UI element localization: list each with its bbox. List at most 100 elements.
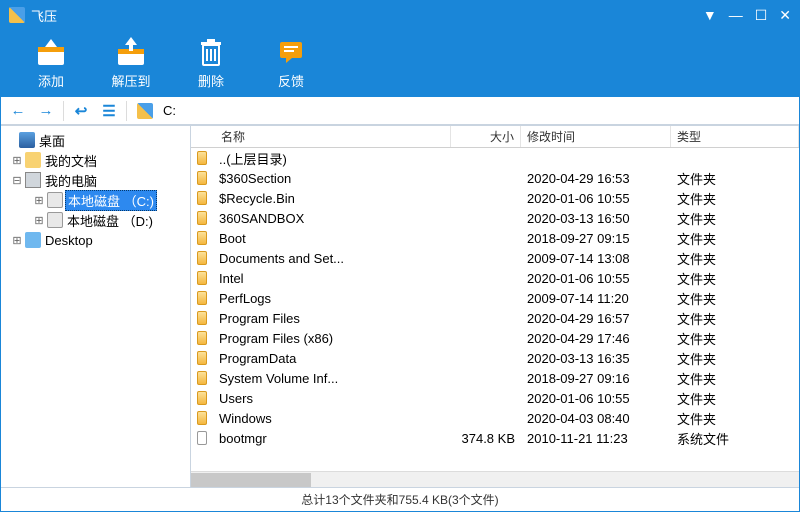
status-text: 总计13个文件夹和755.4 KB(3个文件)	[301, 491, 498, 508]
expander-icon[interactable]: ⊟	[11, 174, 23, 187]
file-row[interactable]: System Volume Inf... 2018-09-27 09:16文件夹	[191, 368, 799, 388]
tree-desktop-folder[interactable]: ⊞ Desktop	[3, 230, 188, 250]
file-row[interactable]: ..(上层目录)	[191, 148, 799, 168]
nav-up-button[interactable]: ↩	[70, 100, 92, 122]
col-name[interactable]: 名称	[191, 126, 451, 147]
file-date: 2018-09-27 09:16	[521, 371, 671, 386]
file-icon	[191, 311, 213, 325]
expander-icon[interactable]: ⊞	[11, 234, 23, 247]
tree-mycomputer[interactable]: ⊟ 我的电脑	[3, 170, 188, 190]
file-size: 374.8 KB	[451, 431, 521, 446]
column-headers: 名称 大小 修改时间 类型	[191, 126, 799, 148]
separator	[63, 101, 64, 121]
file-icon	[191, 271, 213, 285]
file-type: 文件夹	[671, 249, 799, 268]
expander-icon[interactable]: ⊞	[33, 214, 45, 227]
file-row[interactable]: Windows2020-04-03 08:40文件夹	[191, 408, 799, 428]
address-icon	[137, 103, 153, 119]
file-date: 2020-01-06 10:55	[521, 191, 671, 206]
file-row[interactable]: Boot2018-09-27 09:15文件夹	[191, 228, 799, 248]
file-type: 文件夹	[671, 209, 799, 228]
file-icon	[191, 331, 213, 345]
file-row[interactable]: Program Files2020-04-29 16:57文件夹	[191, 308, 799, 328]
address-bar[interactable]: C:	[163, 103, 793, 118]
col-size[interactable]: 大小	[451, 126, 521, 147]
maximize-button[interactable]: ☐	[755, 7, 768, 24]
file-row[interactable]: Intel2020-01-06 10:55文件夹	[191, 268, 799, 288]
file-list-body[interactable]: ..(上层目录)$360Section2020-04-29 16:53文件夹$R…	[191, 148, 799, 471]
tree-label: 我的电脑	[43, 171, 99, 190]
file-type: 文件夹	[671, 289, 799, 308]
drive-icon	[47, 192, 63, 208]
main-toolbar: 添加 解压到 删除 反馈	[1, 29, 799, 97]
file-type: 文件夹	[671, 309, 799, 328]
file-date: 2020-01-06 10:55	[521, 391, 671, 406]
file-row[interactable]: ProgramData2020-03-13 16:35文件夹	[191, 348, 799, 368]
file-type: 文件夹	[671, 369, 799, 388]
extract-icon	[114, 37, 148, 67]
file-name: 360SANDBOX	[213, 211, 451, 226]
navbar: ← → ↩ ☰ C:	[1, 97, 799, 125]
folder-tree[interactable]: 桌面 ⊞ 我的文档 ⊟ 我的电脑 ⊞ 本地磁盘 （C:) ⊞ 本地磁盘 （D:)…	[1, 126, 191, 487]
file-type: 文件夹	[671, 229, 799, 248]
file-name: Windows	[213, 411, 451, 426]
file-type: 文件夹	[671, 189, 799, 208]
file-name: System Volume Inf...	[213, 371, 451, 386]
file-date: 2020-01-06 10:55	[521, 271, 671, 286]
file-icon	[191, 191, 213, 205]
nav-forward-button[interactable]: →	[35, 100, 57, 122]
menu-dropdown-icon[interactable]: ▼	[703, 7, 717, 24]
file-type: 文件夹	[671, 329, 799, 348]
tree-root-desktop[interactable]: 桌面	[3, 130, 188, 150]
file-type: 文件夹	[671, 169, 799, 188]
file-row[interactable]: $Recycle.Bin2020-01-06 10:55文件夹	[191, 188, 799, 208]
file-icon	[191, 431, 213, 445]
file-date: 2020-03-13 16:50	[521, 211, 671, 226]
scrollbar-thumb[interactable]	[191, 473, 311, 487]
separator	[126, 101, 127, 121]
file-name: bootmgr	[213, 431, 451, 446]
delete-button[interactable]: 删除	[181, 33, 241, 93]
file-date: 2010-11-21 11:23	[521, 431, 671, 446]
col-type[interactable]: 类型	[671, 126, 799, 147]
file-row[interactable]: 360SANDBOX 2020-03-13 16:50文件夹	[191, 208, 799, 228]
tree-label: 我的文档	[43, 151, 99, 170]
feedback-label: 反馈	[278, 71, 304, 90]
expander-icon[interactable]: ⊞	[33, 194, 45, 207]
feedback-icon	[274, 37, 308, 67]
file-date: 2018-09-27 09:15	[521, 231, 671, 246]
add-button[interactable]: 添加	[21, 33, 81, 93]
file-row[interactable]: $360Section2020-04-29 16:53文件夹	[191, 168, 799, 188]
file-type: 文件夹	[671, 389, 799, 408]
file-name: Program Files	[213, 311, 451, 326]
file-name: ..(上层目录)	[213, 149, 451, 168]
file-row[interactable]: bootmgr374.8 KB2010-11-21 11:23系统文件	[191, 428, 799, 448]
expander-icon[interactable]: ⊞	[11, 154, 23, 167]
minimize-button[interactable]: —	[729, 7, 743, 24]
file-row[interactable]: PerfLogs2009-07-14 11:20文件夹	[191, 288, 799, 308]
status-bar: 总计13个文件夹和755.4 KB(3个文件)	[1, 487, 799, 511]
tree-drive-d[interactable]: ⊞ 本地磁盘 （D:)	[3, 210, 188, 230]
nav-back-button[interactable]: ←	[7, 100, 29, 122]
horizontal-scrollbar[interactable]	[191, 471, 799, 487]
file-row[interactable]: Users2020-01-06 10:55文件夹	[191, 388, 799, 408]
desktop-icon	[19, 132, 35, 148]
file-icon	[191, 391, 213, 405]
file-icon	[191, 351, 213, 365]
file-icon	[191, 291, 213, 305]
file-date: 2009-07-14 13:08	[521, 251, 671, 266]
file-list: 名称 大小 修改时间 类型 ..(上层目录)$360Section2020-04…	[191, 126, 799, 487]
file-row[interactable]: Program Files (x86)2020-04-29 17:46文件夹	[191, 328, 799, 348]
tree-drive-c[interactable]: ⊞ 本地磁盘 （C:)	[3, 190, 188, 210]
extract-button[interactable]: 解压到	[101, 33, 161, 93]
folder-icon	[25, 152, 41, 168]
file-icon	[191, 411, 213, 425]
close-button[interactable]: ✕	[779, 7, 791, 24]
file-row[interactable]: Documents and Set...2009-07-14 13:08文件夹	[191, 248, 799, 268]
col-date[interactable]: 修改时间	[521, 126, 671, 147]
file-icon	[191, 231, 213, 245]
file-icon	[191, 371, 213, 385]
tree-mydocs[interactable]: ⊞ 我的文档	[3, 150, 188, 170]
nav-list-view-button[interactable]: ☰	[98, 100, 120, 122]
feedback-button[interactable]: 反馈	[261, 33, 321, 93]
